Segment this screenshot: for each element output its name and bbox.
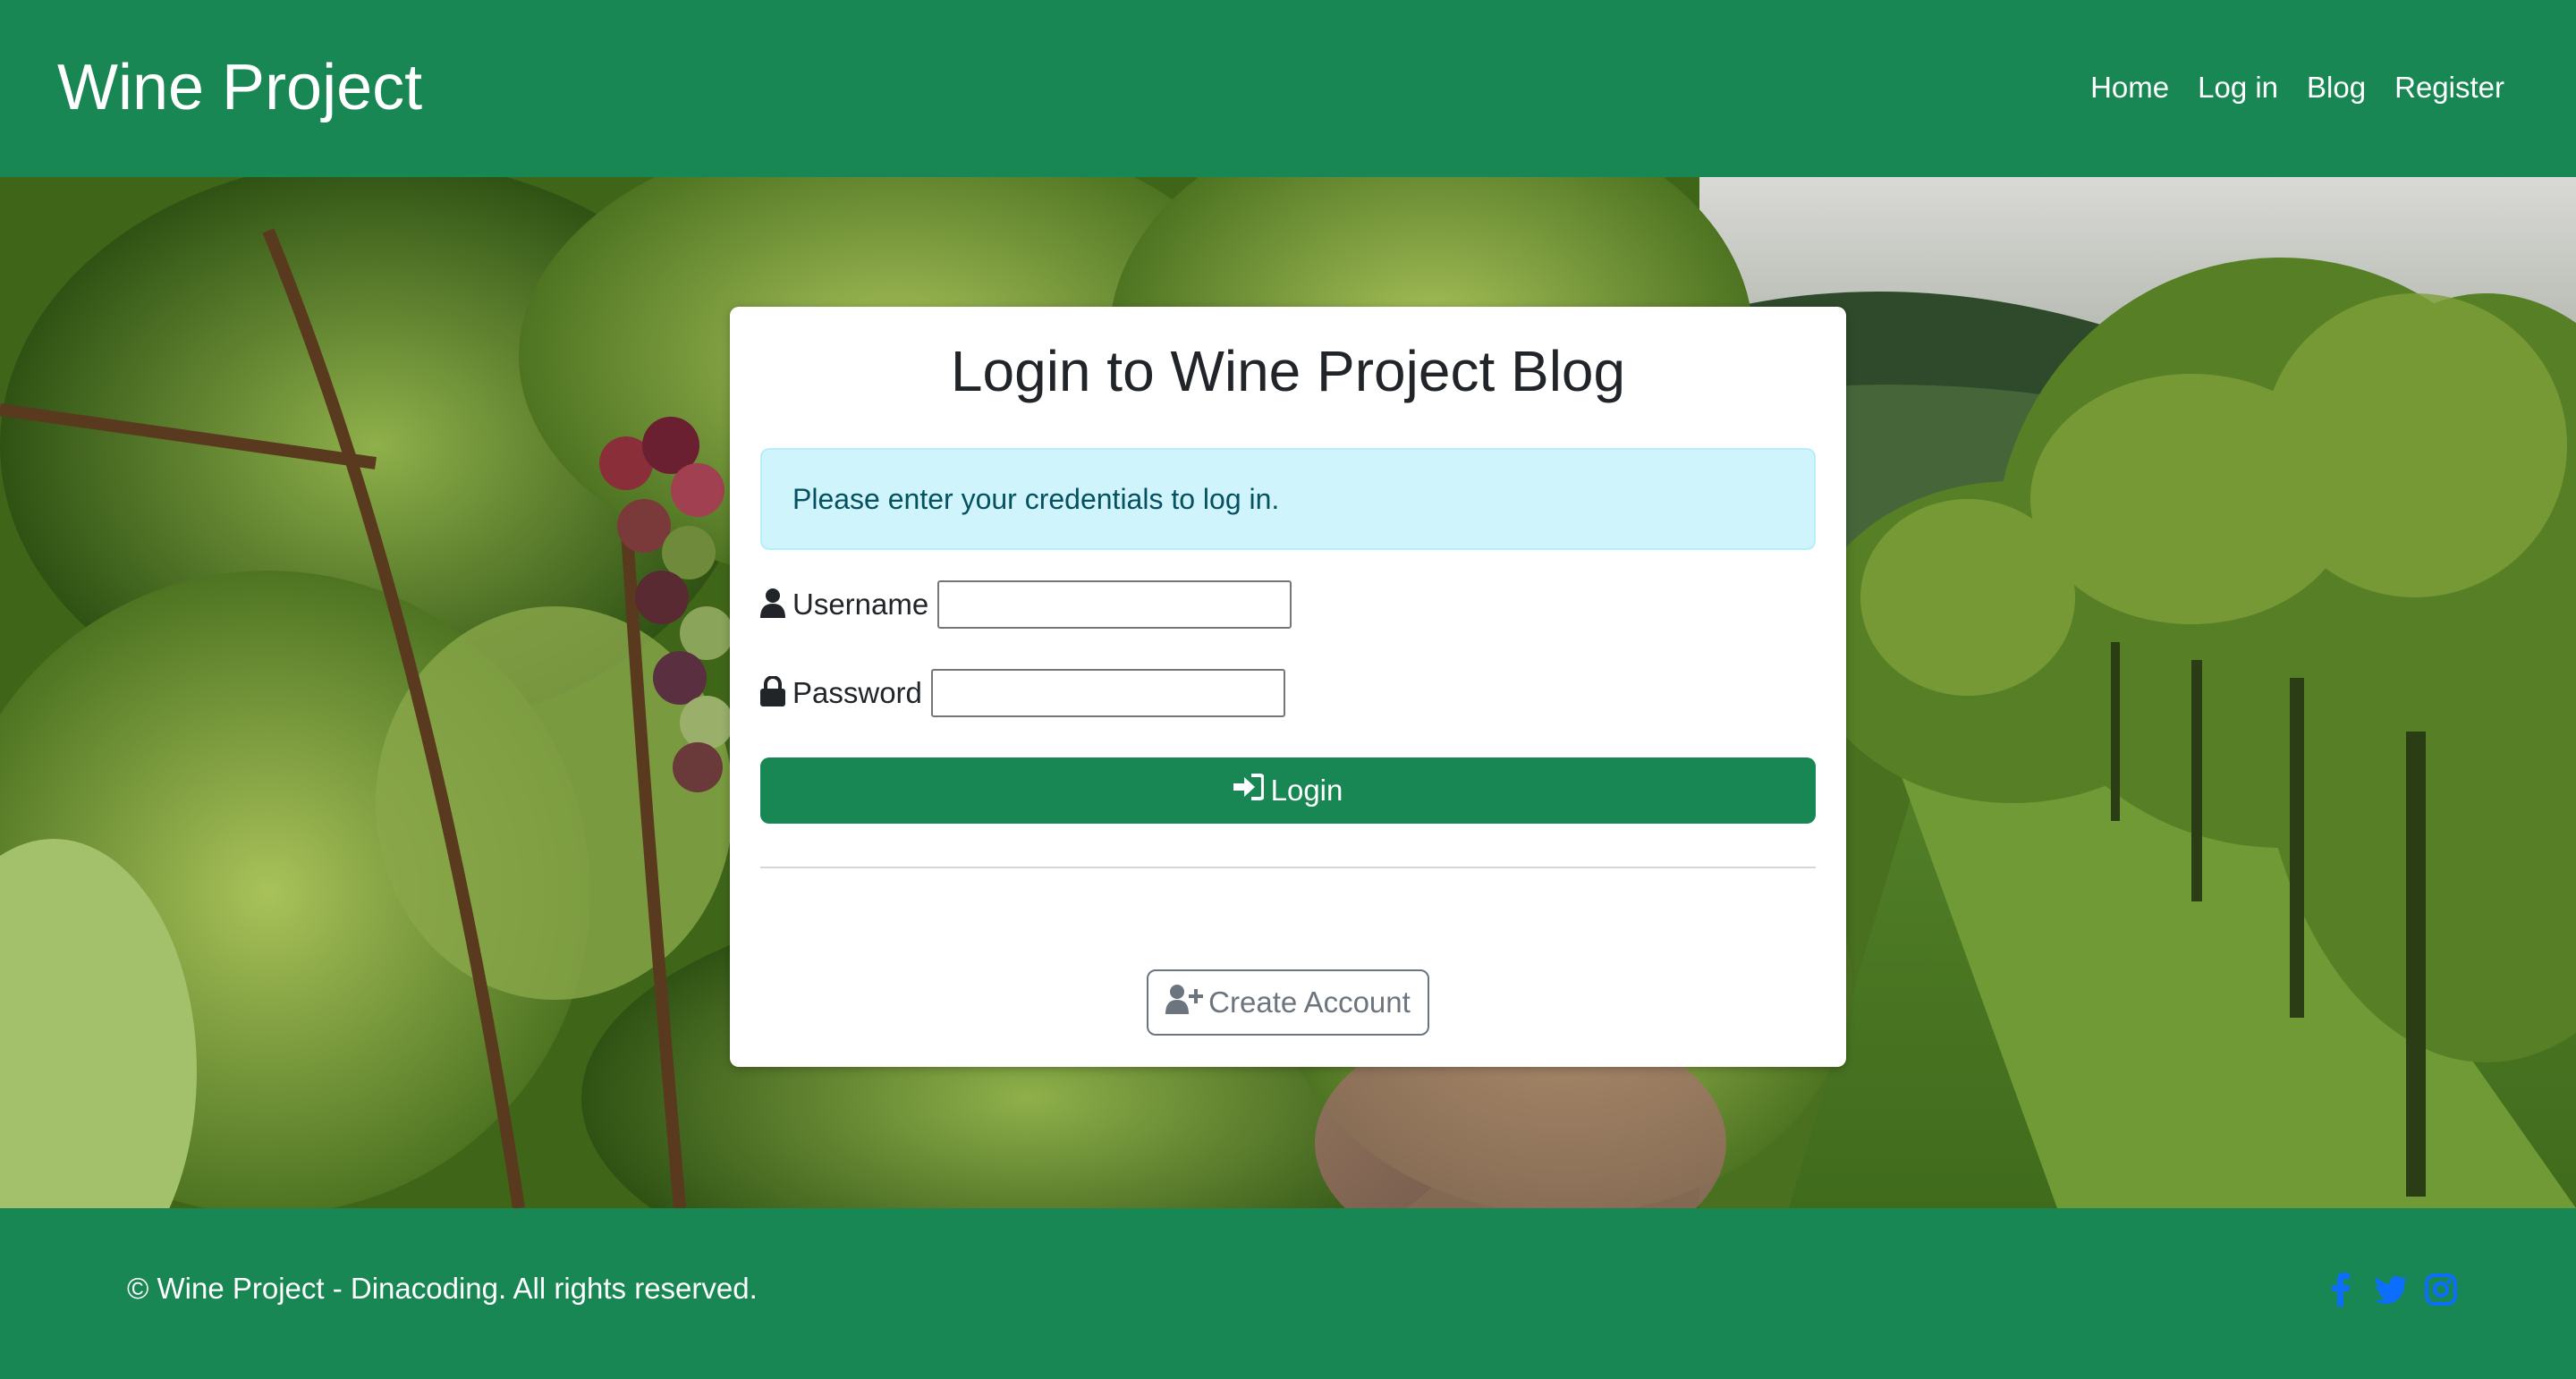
main-nav: Home Log in Blog Register (2090, 66, 2504, 109)
twitter-icon[interactable] (2374, 1273, 2408, 1307)
login-button[interactable]: Login (760, 757, 1816, 824)
social-links (2324, 1273, 2458, 1307)
nav-home-link[interactable]: Home (2090, 66, 2169, 109)
user-icon (760, 588, 785, 622)
username-row: Username (760, 580, 1292, 630)
login-button-label: Login (1270, 774, 1343, 807)
username-input[interactable] (937, 580, 1292, 629)
nav-login-link[interactable]: Log in (2198, 66, 2278, 109)
instagram-icon[interactable] (2424, 1273, 2458, 1307)
sign-in-icon (1233, 774, 1265, 808)
copyright-text: © Wine Project - Dinacoding. All rights … (127, 1272, 758, 1305)
user-plus-icon (1165, 984, 1204, 1021)
username-label: Username (792, 588, 929, 621)
lock-icon (760, 674, 785, 711)
password-input[interactable] (930, 669, 1285, 717)
password-label: Password (792, 676, 922, 709)
nav-blog-link[interactable]: Blog (2307, 66, 2366, 109)
password-row: Password (760, 668, 1285, 718)
facebook-icon[interactable] (2324, 1273, 2358, 1307)
top-navbar: Wine Project Home Log in Blog Register (0, 0, 2576, 177)
footer: © Wine Project - Dinacoding. All rights … (0, 1208, 2576, 1379)
create-account-button[interactable]: Create Account (1147, 969, 1429, 1036)
brand-title[interactable]: Wine Project (57, 47, 422, 129)
info-alert: Please enter your credentials to log in. (760, 448, 1816, 550)
login-card: Login to Wine Project Blog Please enter … (730, 307, 1846, 1067)
create-account-label: Create Account (1208, 986, 1411, 1019)
divider (760, 867, 1816, 868)
login-title: Login to Wine Project Blog (950, 339, 1626, 403)
nav-register-link[interactable]: Register (2394, 66, 2504, 109)
